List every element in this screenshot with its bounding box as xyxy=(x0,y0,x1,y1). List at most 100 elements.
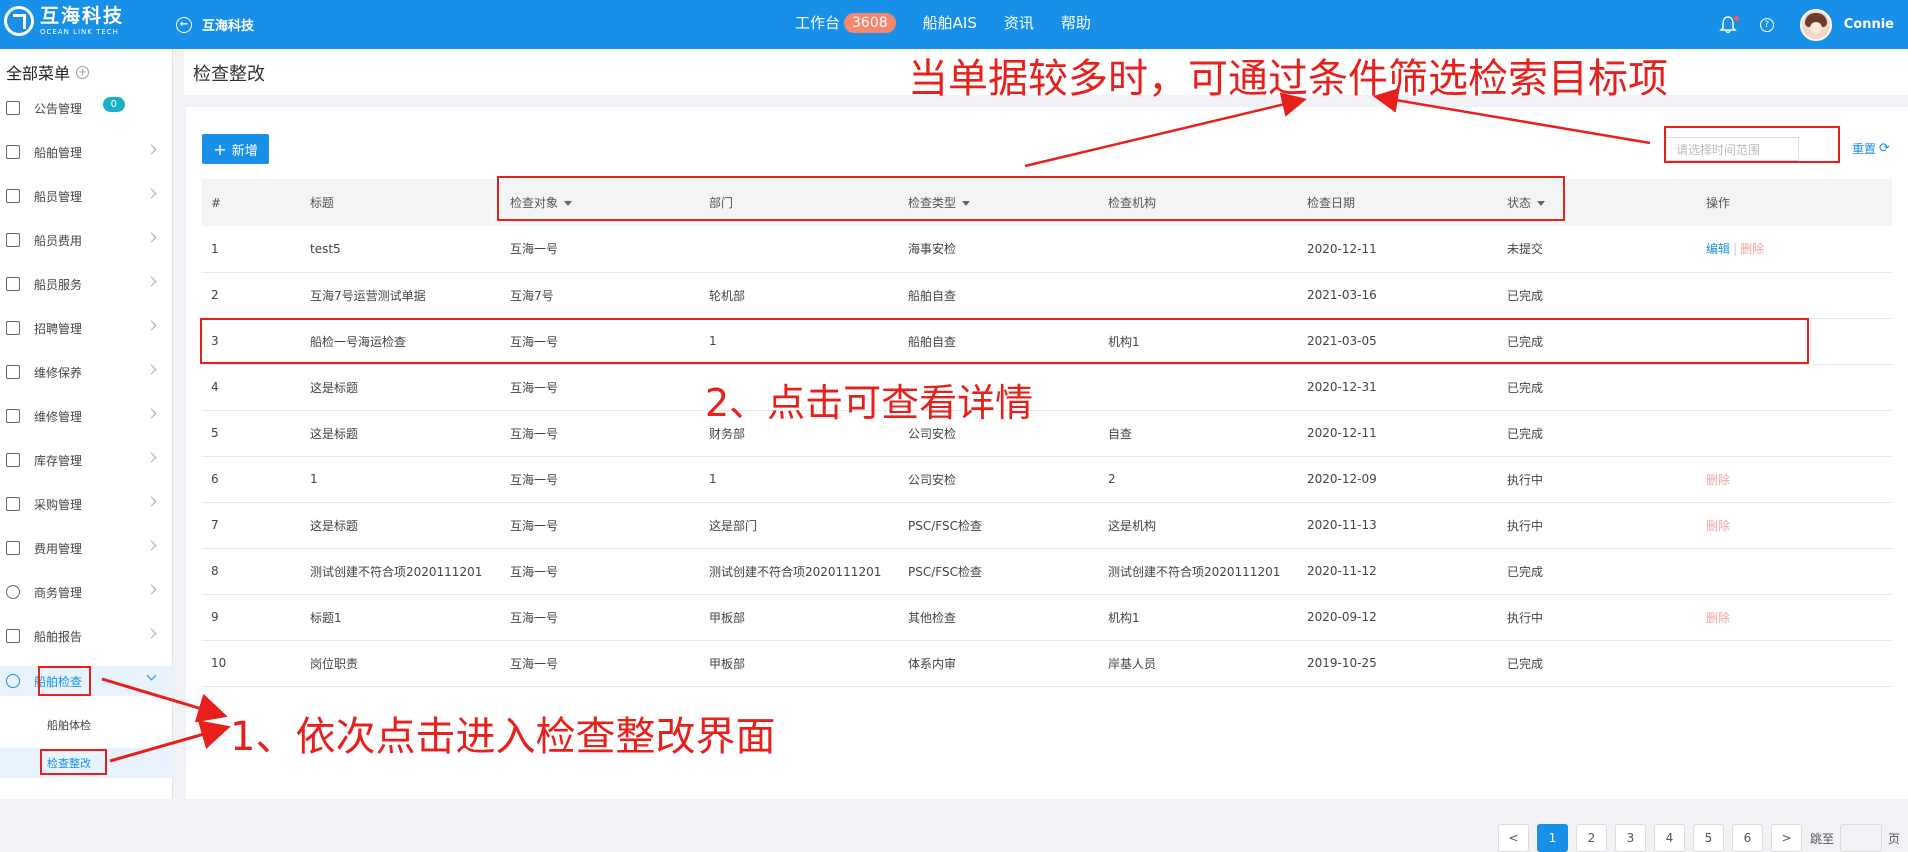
jump-prefix: 跳至 xyxy=(1810,831,1835,846)
table-row[interactable]: 4 这是标题 互海一号 2020-12-31 已完成 xyxy=(202,364,1892,411)
bell-icon[interactable] xyxy=(1718,15,1739,35)
sidebar-item-report[interactable]: 船舶报告 xyxy=(0,621,173,651)
sidebar-item-repair[interactable]: 维修管理 xyxy=(0,401,173,431)
add-menu-icon[interactable]: + xyxy=(76,65,90,79)
table-row[interactable]: 9 标题1 互海一号 甲板部 其他检查 机构1 2020-09-12 执行中 删除 xyxy=(202,594,1892,641)
chevron-right-icon xyxy=(146,496,157,507)
cell-org: 2 xyxy=(1099,456,1298,503)
sidebar-item-cost[interactable]: 费用管理 xyxy=(0,533,173,563)
sidebar-item-purchase[interactable]: 采购管理 xyxy=(0,489,173,519)
chevron-right-icon xyxy=(146,276,157,287)
cell-date: 2020-11-12 xyxy=(1298,548,1498,595)
nav-workbench[interactable]: 工作台 3608 xyxy=(795,12,896,33)
avatar[interactable] xyxy=(1799,8,1832,41)
cell-date: 2020-12-09 xyxy=(1298,456,1498,503)
notification-dot xyxy=(1733,15,1739,21)
table-row[interactable]: 8 测试创建不符合项2020111201 互海一号 测试创建不符合项202011120… xyxy=(202,548,1892,595)
cell-no: 7 xyxy=(202,502,301,549)
page-button[interactable]: 6 xyxy=(1732,824,1763,852)
edit-link[interactable]: 编辑 xyxy=(1706,242,1730,256)
sidebar-item-crew-cost[interactable]: 船员费用 xyxy=(0,225,173,255)
cell-org: 自查 xyxy=(1099,410,1298,457)
cell-dept: 1 xyxy=(700,456,899,503)
sidebar-item-inventory[interactable]: 库存管理 xyxy=(0,445,173,475)
sidebar-item-recruit[interactable]: 招聘管理 xyxy=(0,313,173,343)
sidebar-item-label: 船员管理 xyxy=(34,189,83,204)
help-icon[interactable]: ? xyxy=(1759,17,1774,32)
table-row[interactable]: 1 test5 互海一号 海事安检 2020-12-11 未提交 编辑 | 删除 xyxy=(202,226,1892,273)
chevron-right-icon xyxy=(146,452,157,463)
cell-target: 互海一号 xyxy=(501,502,700,549)
sidebar-item-label: 船员服务 xyxy=(34,277,83,292)
notice-count-badge: 0 xyxy=(102,97,125,112)
calendar-icon xyxy=(6,629,20,643)
delete-link[interactable]: 删除 xyxy=(1706,519,1730,533)
user-icon xyxy=(6,189,20,203)
page-button[interactable]: 3 xyxy=(1615,824,1646,852)
sidebar-item-business[interactable]: 商务管理 xyxy=(0,577,173,607)
main-area: 检查整改 + 新增 请选择时间范围 重置 ⟳ # 标题 检查对象 部门 检查类型… xyxy=(184,49,1908,852)
next-page-button[interactable]: > xyxy=(1771,824,1802,852)
cell-actions xyxy=(1697,548,1892,595)
col-header-title: 标题 xyxy=(301,179,501,226)
sidebar-item-maintenance[interactable]: 维修保养 xyxy=(0,357,173,387)
sidebar-item-notice[interactable]: 公告管理 0 xyxy=(0,93,173,123)
cell-status: 已完成 xyxy=(1498,410,1697,457)
nav-ship-ais[interactable]: 船舶AIS xyxy=(923,12,977,33)
sidebar-subitem-ship-checkup[interactable]: 船舶体检 xyxy=(0,710,173,740)
cell-type: 海事安检 xyxy=(899,226,1099,273)
logo[interactable]: 互海科技 OCEAN LINK TECH xyxy=(4,6,124,36)
col-header-actions: 操作 xyxy=(1697,179,1892,226)
chevron-right-icon xyxy=(146,320,157,331)
cell-org: 机构1 xyxy=(1099,594,1298,641)
table-row[interactable]: 5 这是标题 互海一号 财务部 公司安检 自查 2020-12-11 已完成 xyxy=(202,410,1892,457)
database-icon xyxy=(6,541,20,555)
cell-status: 已完成 xyxy=(1498,272,1697,319)
add-button-label: 新增 xyxy=(231,143,258,159)
cell-dept: 轮机部 xyxy=(700,272,899,319)
page-button[interactable]: 2 xyxy=(1576,824,1607,852)
cell-target: 互海一号 xyxy=(501,594,700,641)
book-icon xyxy=(6,101,20,115)
sidebar-item-ship[interactable]: 船舶管理 xyxy=(0,137,173,167)
sidebar-item-label: 船舶报告 xyxy=(34,629,83,644)
chevron-right-icon xyxy=(146,232,157,243)
delete-link[interactable]: 删除 xyxy=(1706,611,1730,625)
table-row[interactable]: 2 互海7号运营测试单据 互海7号 轮机部 船舶自查 2021-03-16 已完成 xyxy=(202,272,1892,319)
cell-title: 这是标题 xyxy=(301,502,501,549)
warehouse-icon xyxy=(6,453,20,467)
cell-org: 这是机构 xyxy=(1099,502,1298,549)
cell-status: 已完成 xyxy=(1498,548,1697,595)
highlight-box-row-3 xyxy=(200,318,1809,364)
cell-title: 测试创建不符合项2020111201 xyxy=(301,548,501,595)
cell-no: 6 xyxy=(202,456,301,503)
username[interactable]: Connie xyxy=(1844,17,1894,32)
page-jump-input[interactable] xyxy=(1840,824,1883,852)
sidebar-item-crew[interactable]: 船员管理 xyxy=(0,181,173,211)
cell-org xyxy=(1099,364,1298,411)
table-row[interactable]: 6 1 互海一号 1 公司安检 2 2020-12-09 执行中 删除 xyxy=(202,456,1892,503)
reset-button[interactable]: 重置 ⟳ xyxy=(1852,140,1890,157)
nav-help[interactable]: 帮助 xyxy=(1061,12,1091,33)
cell-type: 船舶自查 xyxy=(899,272,1099,319)
cell-date: 2020-12-11 xyxy=(1298,410,1498,457)
delete-link[interactable]: 删除 xyxy=(1706,473,1730,487)
delete-link[interactable]: 删除 xyxy=(1740,242,1764,256)
cell-actions xyxy=(1697,640,1892,687)
add-button[interactable]: + 新增 xyxy=(202,134,269,164)
cell-status: 执行中 xyxy=(1498,502,1697,549)
chevron-right-icon xyxy=(146,584,157,595)
cell-org: 测试创建不符合项2020111201 xyxy=(1099,548,1298,595)
page-button[interactable]: 5 xyxy=(1693,824,1724,852)
nav-news[interactable]: 资讯 xyxy=(1004,12,1034,33)
page-button[interactable]: 1 xyxy=(1537,824,1568,852)
cell-type: PSC/FSC检查 xyxy=(899,502,1099,549)
cell-target: 互海一号 xyxy=(501,226,700,273)
table-row[interactable]: 10 岗位职责 互海一号 甲板部 体系内审 岸基人员 2019-10-25 已完成 xyxy=(202,640,1892,687)
cell-date: 2020-12-31 xyxy=(1298,364,1498,411)
back-button[interactable]: ← 互海科技 xyxy=(176,15,254,34)
sidebar-item-crew-service[interactable]: 船员服务 xyxy=(0,269,173,299)
table-row[interactable]: 7 这是标题 互海一号 这是部门 PSC/FSC检查 这是机构 2020-11-13 执行中删… xyxy=(202,502,1892,549)
prev-page-button[interactable]: < xyxy=(1498,824,1529,852)
page-button[interactable]: 4 xyxy=(1654,824,1685,852)
